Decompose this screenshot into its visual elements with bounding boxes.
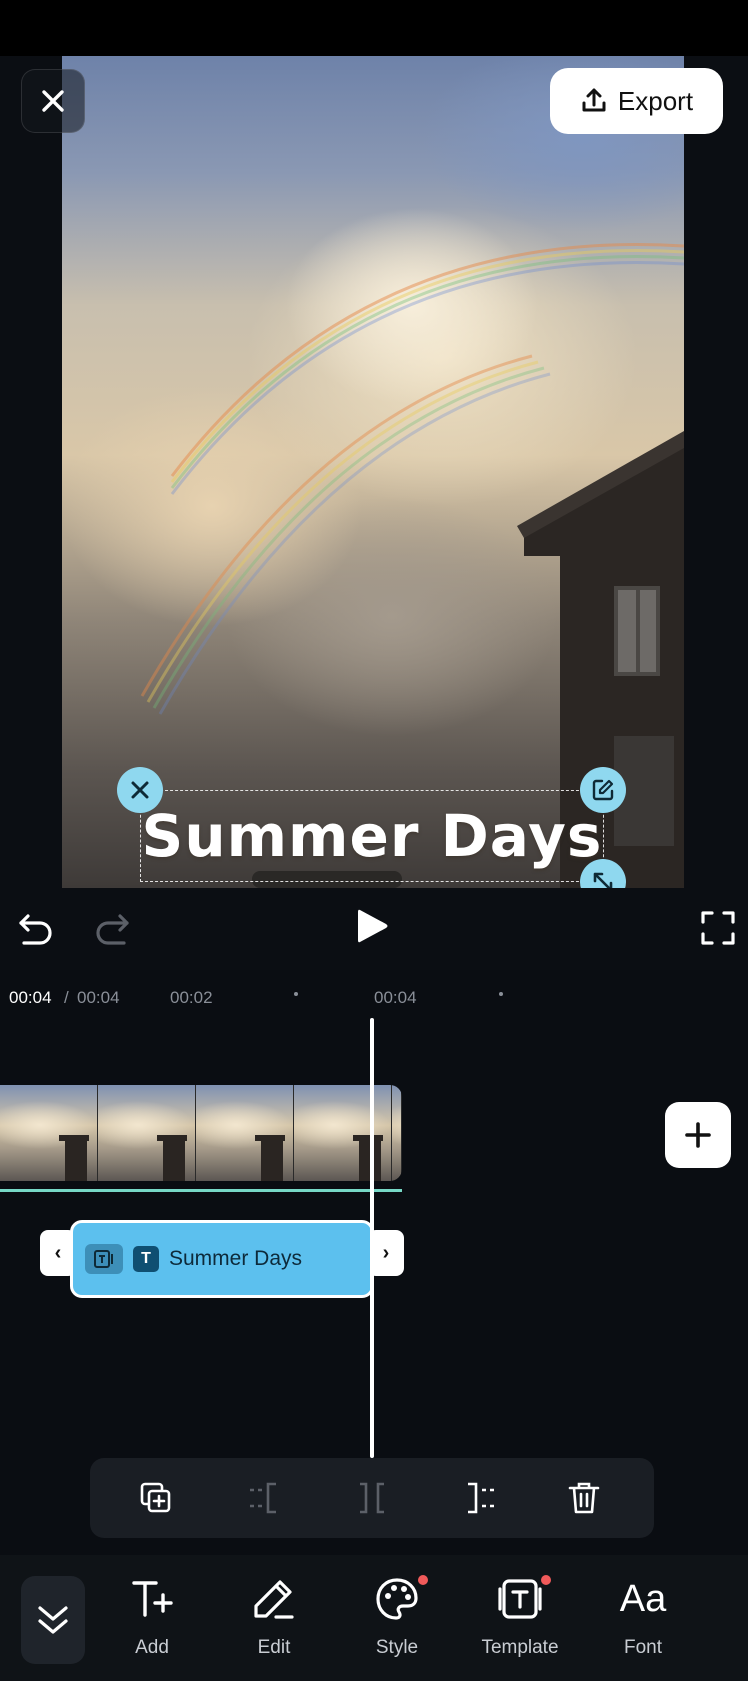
- export-button[interactable]: Export: [550, 68, 723, 134]
- text-overlay-box[interactable]: Summer Days: [140, 790, 604, 882]
- playhead[interactable]: [370, 1018, 374, 1458]
- preview-image: [62, 56, 684, 888]
- audio-line: [0, 1189, 402, 1192]
- undo-icon[interactable]: [16, 908, 56, 948]
- add-clip-button[interactable]: [665, 1102, 731, 1168]
- timeline[interactable]: 00:04 / 00:04 00:02 00:04 ‹ › T Summer D…: [0, 970, 748, 1555]
- palette-icon: [376, 1578, 418, 1620]
- redo-icon[interactable]: [92, 908, 132, 948]
- clip-edit-tools: [90, 1458, 654, 1538]
- style-badge: [418, 1575, 428, 1585]
- close-icon: [42, 90, 64, 112]
- building-silhouette: [252, 431, 684, 888]
- clip-thumbnail: [196, 1085, 294, 1181]
- playback-controls: [0, 888, 748, 970]
- close-button[interactable]: [21, 69, 85, 133]
- ruler-mark: 00:04: [374, 988, 417, 1007]
- double-chevron-down-icon: [38, 1606, 68, 1634]
- plus-icon: [685, 1122, 711, 1148]
- toolbar-template-label: Template: [481, 1637, 559, 1658]
- time-separator: /: [64, 988, 69, 1007]
- clip-thumbnail: [0, 1085, 98, 1181]
- toolbar-style[interactable]: Style: [342, 1569, 452, 1669]
- video-clip[interactable]: [0, 1085, 402, 1181]
- video-preview[interactable]: Summer Days: [0, 56, 748, 905]
- clip-thumbnail: [392, 1085, 402, 1181]
- text-clip-label: Summer Days: [169, 1247, 303, 1270]
- text-clip-body[interactable]: T Summer Days: [70, 1220, 374, 1298]
- delete-text-handle[interactable]: [117, 767, 163, 813]
- split-icon[interactable]: [354, 1480, 390, 1516]
- split-right-icon[interactable]: [462, 1480, 498, 1516]
- ruler-dot: [294, 992, 298, 996]
- bottom-toolbar: Add Edit Style Template Aa Font: [0, 1555, 748, 1681]
- toolbar-style-label: Style: [375, 1637, 419, 1658]
- fullscreen-icon[interactable]: [700, 910, 736, 946]
- ruler-mark: 00:02: [170, 988, 213, 1007]
- delete-icon[interactable]: [566, 1480, 602, 1516]
- edit-text-handle[interactable]: [580, 767, 626, 813]
- collapse-button[interactable]: [21, 1576, 85, 1664]
- toolbar-template[interactable]: Template: [465, 1569, 575, 1669]
- toolbar-font[interactable]: Aa Font: [588, 1569, 698, 1669]
- export-label: Export: [617, 85, 694, 116]
- current-time: 00:04: [9, 988, 52, 1007]
- toolbar-edit[interactable]: Edit: [219, 1569, 329, 1669]
- clip-thumbnail: [98, 1085, 196, 1181]
- duplicate-icon[interactable]: [138, 1480, 174, 1516]
- upload-icon: [582, 88, 606, 112]
- clip-thumbnail: [294, 1085, 392, 1181]
- toolbar-edit-label: Edit: [257, 1637, 291, 1658]
- add-text-icon: [132, 1581, 173, 1617]
- toolbar-font-label: Font: [623, 1637, 663, 1658]
- play-icon[interactable]: [354, 906, 390, 946]
- template-icon: [498, 1579, 542, 1619]
- status-bar: [0, 0, 748, 56]
- pencil-icon: [254, 1580, 294, 1619]
- edit-icon: [592, 779, 614, 801]
- template-badge: [541, 1575, 551, 1585]
- overlay-text[interactable]: Summer Days: [141, 791, 603, 881]
- text-type-icon: T: [133, 1246, 159, 1272]
- font-icon: Aa: [619, 1577, 667, 1620]
- total-time: 00:04: [77, 988, 120, 1007]
- text-template-icon: [85, 1244, 123, 1274]
- toolbar-add-label: Add: [135, 1637, 169, 1658]
- split-left-icon[interactable]: [246, 1480, 282, 1516]
- ruler-dot: [499, 992, 503, 996]
- toolbar-add[interactable]: Add: [97, 1569, 207, 1669]
- text-clip[interactable]: ‹ › T Summer Days: [40, 1220, 404, 1300]
- close-icon: [131, 781, 149, 799]
